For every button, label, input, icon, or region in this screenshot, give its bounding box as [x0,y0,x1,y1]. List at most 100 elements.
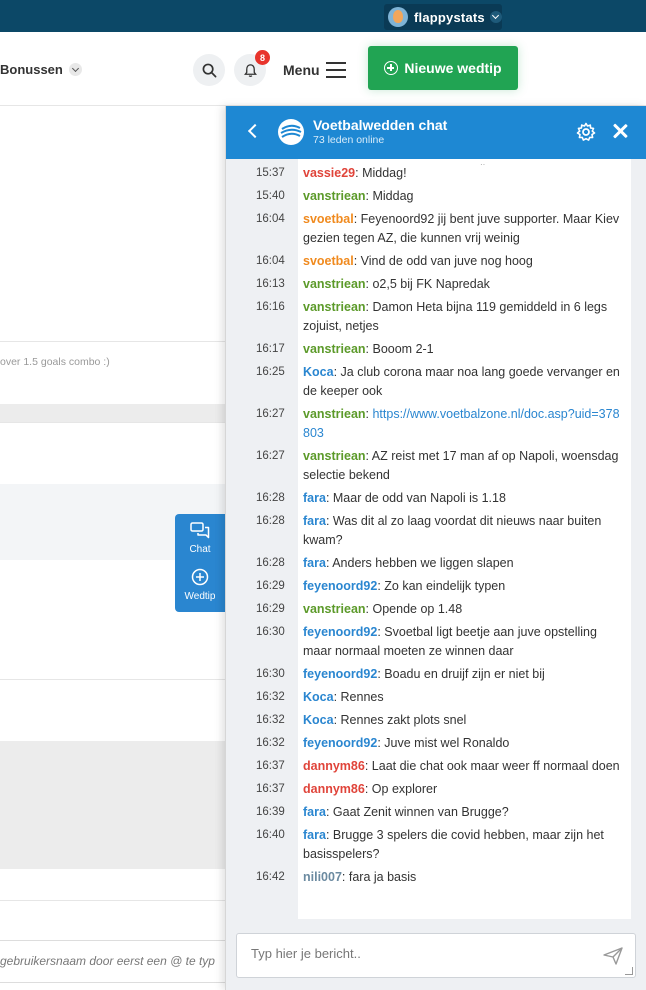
chat-title: Voetbalwedden chat [313,117,448,133]
message-time: 16:37 [256,760,285,772]
message-list[interactable]: ·· 15:37 vassie29: Middag! 15:40 vanstriean… [226,159,646,980]
message-body: vanstriean: Damon Heta bijna 119 gemidde… [303,300,608,333]
message-body: Koca: Ja club corona maar noa lang goede… [303,365,620,398]
message-username[interactable]: fara [303,805,326,819]
message-time: 16:30 [256,626,285,638]
divider [0,679,226,680]
message-username[interactable]: vassie29 [303,166,355,180]
message-username[interactable]: nili007 [303,870,342,884]
message-time: 16:32 [256,691,285,703]
message-username[interactable]: fara [303,556,326,570]
message-composer [236,933,636,978]
send-icon[interactable] [603,947,623,965]
message-time: 16:13 [256,278,285,290]
message-username[interactable]: Koca [303,365,334,379]
chat-message: 16:16 vanstriean: Damon Heta bijna 119 ge… [226,298,646,336]
message-text: Vind de odd van juve nog hoog [360,254,533,268]
chat-message: 16:04 svoetbal: Feyenoord92 jij bent juve… [226,210,646,248]
message-username[interactable]: vanstriean [303,277,366,291]
message-text: Brugge 3 spelers die covid hebben, maar … [303,828,604,861]
message-time: 16:37 [256,783,285,795]
message-text: fara ja basis [348,870,417,884]
chat-message: 16:28 fara: Anders hebben we liggen slape… [226,554,646,573]
chevron-down-icon [489,11,502,23]
message-username[interactable]: svoetbal [303,212,354,226]
message-time: 16:04 [256,213,285,225]
message-username[interactable]: feyenoord92 [303,579,377,593]
message-time: 16:32 [256,737,285,749]
chat-tab[interactable]: Chat [175,522,225,555]
message-body: svoetbal: Feyenoord92 jij bent juve supp… [303,212,620,245]
gear-icon[interactable] [576,122,596,142]
new-tip-label: Nieuwe wedtip [404,60,502,76]
notifications-button[interactable]: 8 [234,50,270,86]
message-body: fara: Maar de odd van Napoli is 1.18 [303,491,506,505]
message-time: 16:29 [256,603,285,615]
background-reply-hint[interactable]: gebruikersnaam door eerst een @ te typ [0,940,226,983]
message-body: vassie29: Middag! [303,166,407,180]
message-username[interactable]: vanstriean [303,407,366,421]
close-icon[interactable] [612,123,628,139]
chevron-down-icon [68,63,82,76]
menu-label[interactable]: Menu [283,62,320,78]
message-text: Maar de odd van Napoli is 1.18 [332,491,506,505]
message-time: 16:25 [256,366,285,378]
message-username[interactable]: vanstriean [303,342,366,356]
message-username[interactable]: feyenoord92 [303,736,377,750]
chat-message: 16:37 dannym86: Op explorer [226,780,646,799]
message-username[interactable]: fara [303,828,326,842]
chat-message: 16:25 Koca: Ja club corona maar noa lang … [226,363,646,401]
back-arrow-icon[interactable] [247,123,263,139]
divider [0,422,226,423]
divider [0,900,226,901]
search-icon [202,63,216,77]
hamburger-icon[interactable] [326,62,346,78]
chat-header: Voetbalwedden chat 73 leden online [226,106,646,159]
wedtip-tab[interactable]: Wedtip [175,568,225,602]
account-switcher[interactable]: flappystats [384,4,502,30]
nav-item-bonussen[interactable]: Bonussen [0,62,82,77]
message-username[interactable]: vanstriean [303,300,366,314]
message-username[interactable]: fara [303,514,326,528]
chat-message: 16:29 feyenoord92: Zo kan eindelijk typen [226,577,646,596]
message-body: nili007: fara ja basis [303,870,417,884]
message-username[interactable]: vanstriean [303,189,366,203]
resize-handle[interactable] [625,967,633,975]
message-body: vanstriean: Booom 2-1 [303,342,434,356]
message-time: 16:27 [256,450,285,462]
chat-message: 16:04 svoetbal: Vind de odd van juve nog … [226,252,646,271]
search-button[interactable] [193,54,225,86]
chat-message: 16:17 vanstriean: Booom 2-1 [226,340,646,359]
message-username[interactable]: Koca [303,690,334,704]
message-body: fara: Gaat Zenit winnen van Brugge? [303,805,509,819]
chat-message: 16:28 fara: Was dit al zo laag voordat di… [226,512,646,550]
brand-name: flappystats [414,9,485,25]
chat-logo [278,119,304,145]
chat-message: 16:29 vanstriean: Opende op 1.48 [226,600,646,619]
chat-panel: Voetbalwedden chat 73 leden online ·· 15… [225,106,646,990]
message-body: vanstriean: o2,5 bij FK Napredak [303,277,490,291]
message-username[interactable]: svoetbal [303,254,354,268]
message-username[interactable]: feyenoord92 [303,667,377,681]
message-time: 15:40 [256,190,285,202]
message-username[interactable]: dannym86 [303,782,365,796]
main-nav: Bonussen 8 Menu Nieuwe wedtip [0,32,646,106]
message-username[interactable]: dannym86 [303,759,365,773]
new-tip-button[interactable]: Nieuwe wedtip [368,46,518,90]
message-username[interactable]: vanstriean [303,449,366,463]
chat-message: 16:39 fara: Gaat Zenit winnen van Brugge? [226,803,646,822]
message-time: 16:30 [256,668,285,680]
message-body: fara: Was dit al zo laag voordat dit nie… [303,514,602,547]
message-username[interactable]: feyenoord92 [303,625,377,639]
message-username[interactable]: Koca [303,713,334,727]
chat-message: 16:32 Koca: Rennes zakt plots snel [226,711,646,730]
message-input[interactable] [251,946,581,961]
message-username[interactable]: vanstriean [303,602,366,616]
message-username[interactable]: fara [303,491,326,505]
message-text: Laat die chat ook maar weer ff normaal d… [371,759,620,773]
message-time: 16:42 [256,871,285,883]
message-text: Opende op 1.48 [372,602,463,616]
message-body: vanstriean: AZ reist met 17 man af op Na… [303,449,619,482]
top-bar: flappystats [0,0,646,32]
chat-bubbles-icon [190,522,210,539]
